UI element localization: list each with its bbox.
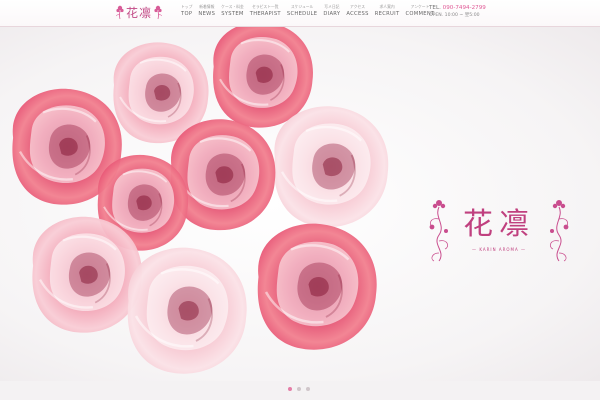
nav-item-diary[interactable]: 写メ日記 DIARY (320, 3, 343, 18)
nav-item-en-label: ACCESS (346, 11, 369, 17)
nav-item-therapist[interactable]: セラピスト一覧 THERAPIST (247, 3, 284, 18)
opening-hours: OPEN. 10:00 ~ 翌5:00 (429, 13, 480, 18)
phone-value: 090-7494-2799 (442, 5, 486, 11)
nav-item-recruit[interactable]: 求人案内 RECRUIT (372, 3, 403, 18)
nav-item-schedule[interactable]: スケジュール SCHEDULE (284, 3, 320, 18)
header-logo-text: 花凛 (125, 5, 152, 20)
nav-item-jp-label: トップ (181, 4, 193, 9)
nav-item-en-label: NEWS (198, 11, 216, 17)
hero-logo-subtitle: — KARIN AROMA — (472, 247, 526, 252)
slider-dot[interactable] (306, 387, 310, 391)
nav-item-jp-label: スケジュール (290, 4, 314, 9)
nav-item-en-label: RECRUIT (374, 11, 400, 17)
phone-label: TEL. (429, 5, 441, 11)
slider-pagination (288, 387, 310, 391)
nav-item-jp-label: 求人案内 (379, 4, 395, 9)
nav-item-jp-label: セラピスト一覧 (252, 4, 279, 9)
nav-item-jp-label: ケース・料金 (221, 4, 244, 9)
rose-cluster (11, 27, 390, 375)
flower-ornament-icon (116, 5, 124, 20)
hero-logo: 花凛 — KARIN AROMA — (424, 197, 574, 267)
nav-item-top[interactable]: トップ TOP (178, 3, 195, 18)
site-header: 花凛 トップ TOP 新着情報 NEWS ケース・料金 SYSTEM セラピスト… (0, 0, 600, 27)
nav-item-news[interactable]: 新着情報 NEWS (195, 3, 218, 18)
nav-item-access[interactable]: アクセス ACCESS (343, 3, 371, 18)
nav-item-jp-label: 新着情報 (199, 4, 215, 9)
nav-item-en-label: DIARY (323, 11, 341, 17)
flower-ornament-icon (154, 5, 162, 20)
nav-item-jp-label: 写メ日記 (324, 4, 340, 9)
hero-slider[interactable]: 花凛 — KARIN AROMA — (0, 27, 600, 381)
hero-logo-name: 花凛 (463, 207, 535, 242)
nav-item-en-label: SYSTEM (221, 11, 244, 17)
slider-dot[interactable] (288, 387, 292, 391)
nav-item-en-label: THERAPIST (249, 11, 281, 17)
contact-info: TEL. 090-7494-2799 OPEN. 10:00 ~ 翌5:00 (429, 4, 486, 20)
nav-item-jp-label: アクセス (350, 4, 366, 9)
slider-dot[interactable] (297, 387, 301, 391)
header-logo[interactable]: 花凛 (110, 2, 168, 22)
phone-number[interactable]: TEL. 090-7494-2799 (429, 4, 486, 12)
main-nav: トップ TOP 新着情報 NEWS ケース・料金 SYSTEM セラピスト一覧 … (178, 3, 438, 18)
nav-item-system[interactable]: ケース・料金 SYSTEM (218, 3, 247, 18)
nav-item-en-label: SCHEDULE (286, 11, 318, 17)
nav-item-en-label: TOP (181, 11, 193, 17)
nav-item-jp-label: アンケート (410, 4, 430, 9)
